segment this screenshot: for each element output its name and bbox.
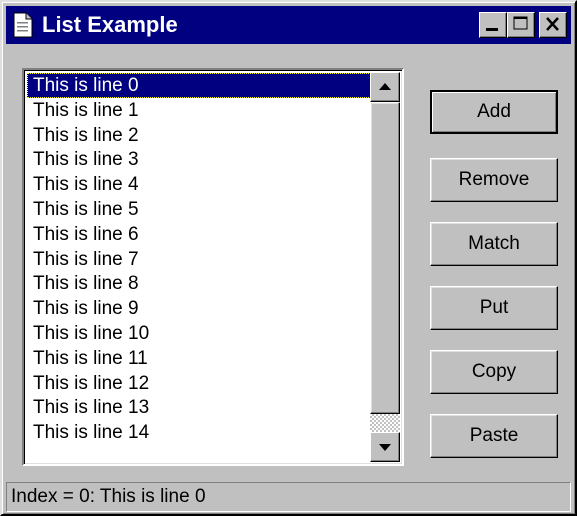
remove-button[interactable]: Remove [430, 158, 558, 202]
list-item[interactable]: This is line 7 [27, 247, 373, 272]
status-bar: Index = 0: This is line 0 [6, 482, 571, 512]
add-button[interactable]: Add [430, 90, 558, 134]
arrow-down-icon [379, 444, 391, 451]
list-item[interactable]: This is line 8 [27, 271, 373, 296]
match-button[interactable]: Match [430, 222, 558, 266]
scrollbar-track-lower[interactable] [370, 412, 400, 432]
list-item[interactable]: This is line 0 [27, 73, 373, 98]
list-item[interactable]: This is line 1 [27, 98, 373, 123]
list-item[interactable]: This is line 5 [27, 197, 373, 222]
list-item[interactable]: This is line 9 [27, 296, 373, 321]
list-item[interactable]: This is line 12 [27, 371, 373, 396]
list-item[interactable]: This is line 3 [27, 147, 373, 172]
arrow-up-icon [379, 83, 391, 90]
document-icon[interactable] [12, 12, 34, 38]
list-example-window: List Example This is line 0 This is line … [0, 0, 577, 516]
list-item[interactable]: This is line 4 [27, 172, 373, 197]
scrollbar-thumb[interactable] [370, 102, 400, 414]
list-box[interactable]: This is line 0 This is line 1 This is line… [22, 68, 404, 466]
list-item[interactable]: This is line 6 [27, 222, 373, 247]
list-item[interactable]: This is line 11 [27, 346, 373, 371]
paste-button[interactable]: Paste [430, 414, 558, 458]
scroll-up-button[interactable] [370, 72, 400, 102]
title-bar[interactable]: List Example [6, 6, 571, 44]
scroll-down-button[interactable] [370, 432, 400, 462]
list-item[interactable]: This is line 14 [27, 420, 373, 445]
close-icon [546, 17, 559, 31]
window-title: List Example [42, 12, 178, 37]
maximize-icon [513, 16, 528, 30]
list-items: This is line 0 This is line 1 This is line… [27, 73, 373, 445]
copy-button[interactable]: Copy [430, 350, 558, 394]
put-button[interactable]: Put [430, 286, 558, 330]
list-item[interactable]: This is line 2 [27, 123, 373, 148]
vertical-scrollbar[interactable] [370, 72, 400, 462]
maximize-button[interactable] [507, 12, 535, 38]
list-item[interactable]: This is line 13 [27, 395, 373, 420]
minimize-icon [486, 28, 498, 31]
minimize-button[interactable] [479, 12, 507, 38]
list-item[interactable]: This is line 10 [27, 321, 373, 346]
close-button[interactable] [539, 12, 567, 38]
